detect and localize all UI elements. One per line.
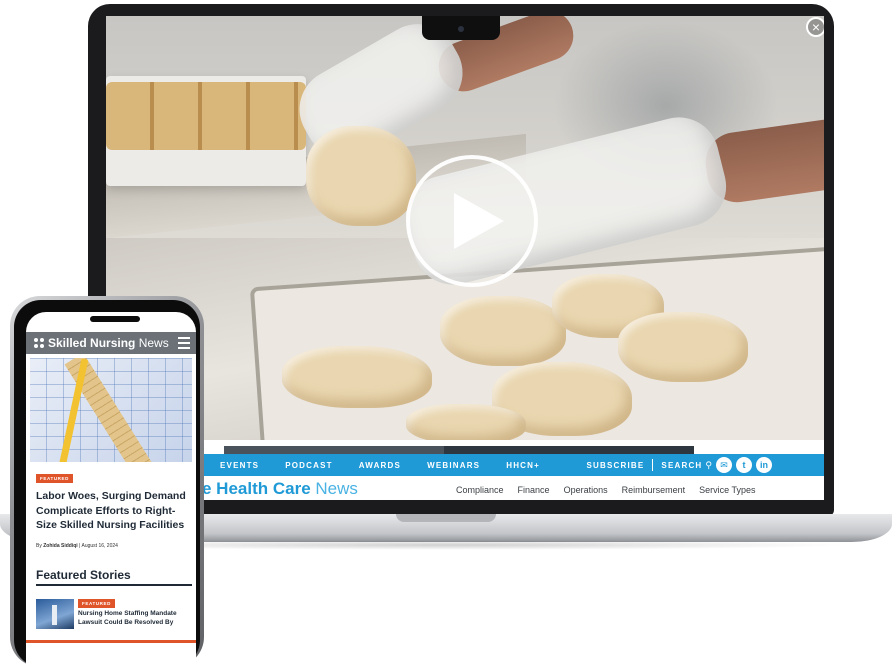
mobile-logo[interactable]: Skilled Nursing News	[48, 336, 169, 350]
phone-bezel: Skilled Nursing News FEATURED Labor Woes…	[14, 300, 200, 667]
site-logo-light: News	[315, 479, 358, 498]
mobile-logo-part1: Skilled	[48, 336, 87, 350]
play-icon	[454, 193, 504, 249]
close-icon[interactable]: ×	[806, 17, 824, 37]
dough-piece	[440, 296, 566, 366]
search-icon[interactable]: ⚲	[705, 460, 712, 471]
video-player[interactable]	[106, 16, 824, 500]
dough-in-hand	[306, 126, 416, 226]
camera-notch	[422, 16, 500, 40]
nav-events[interactable]: EVENTS	[220, 461, 259, 470]
topic-links: Compliance Finance Operations Reimbursem…	[456, 485, 770, 495]
nav-webinars[interactable]: WEBINARS	[427, 461, 480, 470]
mobile-logo-part2: Nursing	[90, 336, 136, 350]
website-strip: EVENTS PODCAST AWARDS WEBINARS HHCN+ SUB…	[106, 440, 824, 500]
byline-date: August 16, 2024	[81, 543, 118, 549]
story-title[interactable]: Nursing Home Staffing Mandate Lawsuit Co…	[78, 609, 192, 627]
dough-piece	[406, 404, 526, 444]
nav-podcast[interactable]: PODCAST	[285, 461, 333, 470]
hero-image[interactable]	[30, 358, 192, 462]
subscribe-link[interactable]: SUBSCRIBE	[587, 461, 645, 470]
phone-frame: Skilled Nursing News FEATURED Labor Woes…	[10, 296, 204, 667]
site-logo-bold: e Health Care	[202, 479, 311, 498]
site-brand-row: e Health Care News Compliance Finance Op…	[202, 476, 824, 500]
linkedin-icon[interactable]: in	[756, 457, 772, 473]
hamburger-menu-icon[interactable]	[178, 337, 190, 349]
article-byline: By Zohida Siddiqi | August 16, 2024	[36, 543, 118, 549]
topic-finance[interactable]: Finance	[518, 485, 550, 495]
topic-operations[interactable]: Operations	[564, 485, 608, 495]
dough-piece	[618, 312, 748, 382]
nav-divider	[652, 459, 654, 471]
laptop-screen: EVENTS PODCAST AWARDS WEBINARS HHCN+ SUB…	[106, 16, 824, 500]
featured-stories-heading: Featured Stories	[36, 568, 131, 582]
search-link[interactable]: SEARCH	[661, 461, 702, 470]
section-divider	[36, 584, 192, 586]
baked-biscuits	[106, 82, 306, 150]
twitter-icon[interactable]: t	[736, 457, 752, 473]
nav-right-group: SUBSCRIBE SEARCH ⚲ ✉ t in	[587, 454, 772, 476]
nav-hhcn-plus[interactable]: HHCN+	[506, 461, 540, 470]
nav-awards[interactable]: AWARDS	[359, 461, 401, 470]
site-nav-bar: EVENTS PODCAST AWARDS WEBINARS HHCN+ SUB…	[202, 454, 824, 476]
laptop-hinge-notch	[396, 514, 496, 522]
phone-screen: Skilled Nursing News FEATURED Labor Woes…	[26, 312, 196, 667]
site-logo[interactable]: e Health Care News	[202, 479, 358, 499]
mobile-header: Skilled Nursing News	[26, 332, 196, 354]
play-button[interactable]	[406, 155, 538, 287]
topic-compliance[interactable]: Compliance	[456, 485, 504, 495]
camera-icon	[458, 26, 464, 32]
featured-badge: FEATURED	[36, 474, 73, 483]
story-thumbnail[interactable]	[36, 599, 74, 629]
mobile-logo-part3: News	[138, 336, 169, 350]
topic-reimbursement[interactable]: Reimbursement	[622, 485, 686, 495]
topic-service-types[interactable]: Service Types	[699, 485, 755, 495]
brand-logo-icon	[34, 338, 44, 348]
byline-prefix: By	[36, 543, 42, 549]
story-featured-badge: FEATURED	[78, 599, 115, 608]
story-underline	[26, 640, 196, 643]
article-headline[interactable]: Labor Woes, Surging Demand Complicate Ef…	[36, 489, 192, 533]
byline-author[interactable]: Zohida Siddiqi	[43, 543, 77, 549]
email-icon[interactable]: ✉	[716, 457, 732, 473]
dough-piece	[282, 346, 432, 408]
phone-dynamic-island	[90, 316, 140, 322]
video-progress-bar[interactable]	[224, 446, 694, 454]
